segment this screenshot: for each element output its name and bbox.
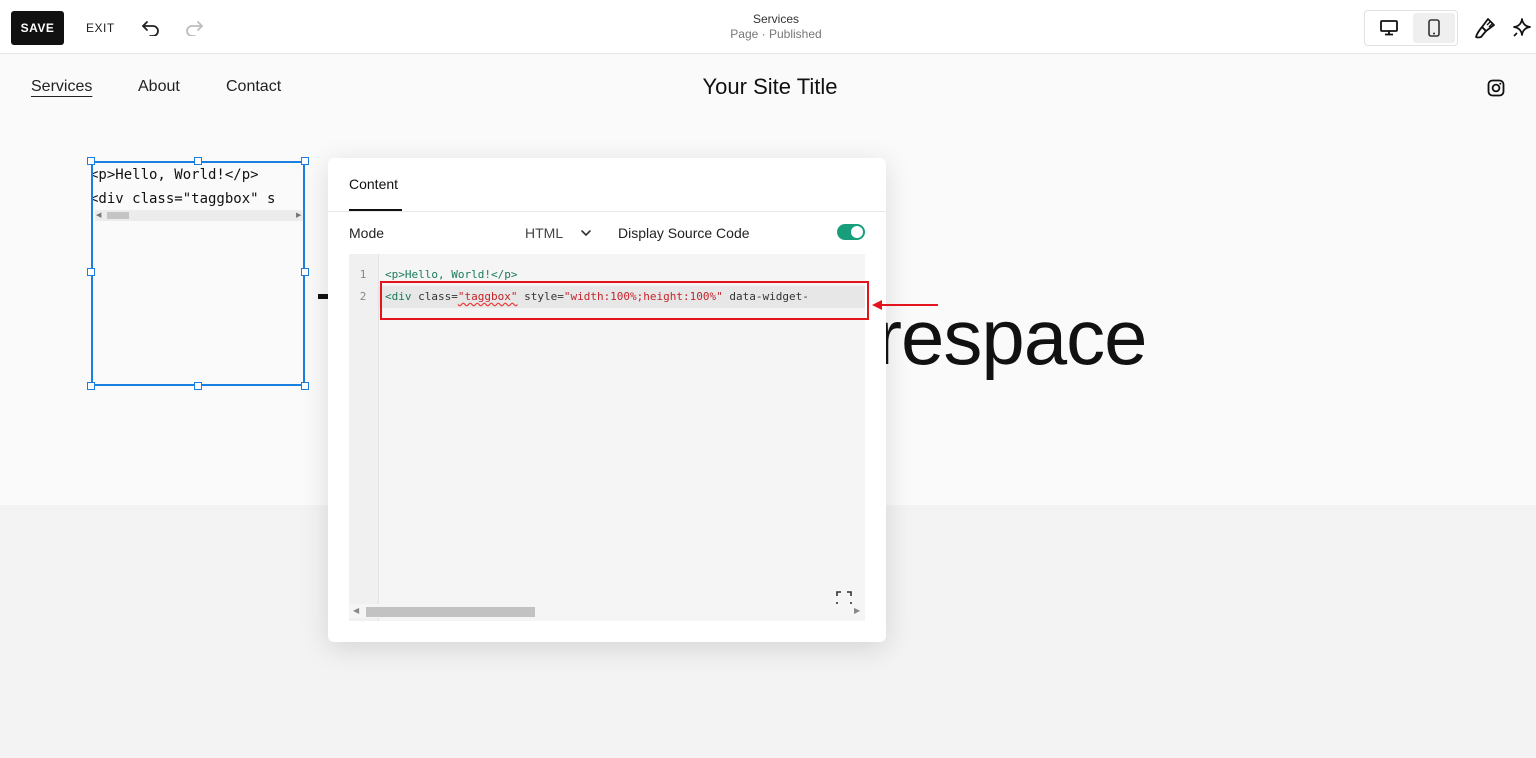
annotation-highlight-box (380, 281, 869, 320)
scroll-right-icon[interactable]: ▶ (296, 210, 301, 221)
page-status: Page · Published (730, 27, 822, 41)
resize-handle-se[interactable] (301, 382, 309, 390)
scroll-right-icon[interactable]: ▶ (854, 606, 860, 615)
code-block-line-2: <div class="taggbox" s (91, 191, 276, 207)
editor-horizontal-scrollbar[interactable]: ◀ ▶ (349, 604, 865, 618)
nav-link-services[interactable]: Services (31, 78, 92, 96)
resize-handle-ne[interactable] (301, 157, 309, 165)
nav-link-contact[interactable]: Contact (226, 78, 281, 96)
resize-handle-n[interactable] (194, 157, 202, 165)
code-block-editor-panel: Content Mode HTML Display Source Code 1 … (328, 158, 886, 642)
mobile-view-button[interactable] (1413, 13, 1455, 43)
display-source-toggle[interactable] (837, 224, 865, 240)
page-meta: Services Page · Published (676, 12, 876, 42)
redo-button[interactable] (181, 15, 207, 41)
code-block-scrollbar[interactable]: ◀ ▶ (95, 210, 303, 221)
mobile-icon (1428, 19, 1440, 37)
mode-value: HTML (525, 225, 564, 241)
chevron-down-icon (581, 230, 591, 236)
resize-handle-e[interactable] (301, 268, 309, 276)
editor-toolbar: SAVE EXIT Services Page · Published (0, 0, 1536, 54)
exit-button[interactable]: EXIT (80, 11, 121, 45)
code-line-1[interactable]: <p>Hello, World!</p> (385, 268, 517, 281)
ai-assistant-button[interactable] (1512, 15, 1536, 41)
save-button[interactable]: SAVE (11, 11, 64, 45)
editor-scroll-thumb[interactable] (366, 607, 535, 617)
undo-button[interactable] (138, 15, 164, 41)
redo-icon (186, 21, 203, 36)
resize-handle-s[interactable] (194, 382, 202, 390)
desktop-icon (1380, 20, 1398, 36)
line-number-gutter (349, 254, 379, 621)
line-number: 2 (359, 290, 367, 303)
scroll-left-icon[interactable]: ◀ (96, 210, 101, 221)
device-toggle (1364, 10, 1458, 46)
nav-link-about[interactable]: About (138, 78, 180, 96)
annotation-arrow-icon (872, 300, 938, 310)
scroll-left-icon[interactable]: ◀ (353, 606, 359, 615)
display-source-label: Display Source Code (618, 225, 750, 241)
panel-divider (328, 211, 886, 212)
code-block-scroll-thumb[interactable] (107, 212, 129, 219)
code-block-selected[interactable]: <p>Hello, World!</p> <div class="taggbox… (91, 161, 305, 386)
resize-handle-nw[interactable] (87, 157, 95, 165)
paintbrush-icon (1475, 18, 1495, 39)
page-name: Services (752, 12, 799, 26)
resize-handle-sw[interactable] (87, 382, 95, 390)
undo-icon (142, 21, 159, 36)
mode-select[interactable]: HTML (525, 221, 597, 245)
site-title[interactable]: Your Site Title (620, 74, 920, 100)
site-styles-button[interactable] (1472, 15, 1498, 41)
toggle-knob (851, 226, 863, 238)
tab-content[interactable]: Content (349, 176, 398, 192)
mode-label: Mode (349, 225, 385, 241)
desktop-view-button[interactable] (1367, 13, 1411, 43)
resize-handle-w[interactable] (87, 268, 95, 276)
sparkle-icon (1513, 18, 1531, 37)
code-block-line-1: <p>Hello, World!</p> (91, 167, 259, 183)
line-number: 1 (359, 268, 367, 281)
instagram-icon[interactable] (1487, 79, 1505, 97)
